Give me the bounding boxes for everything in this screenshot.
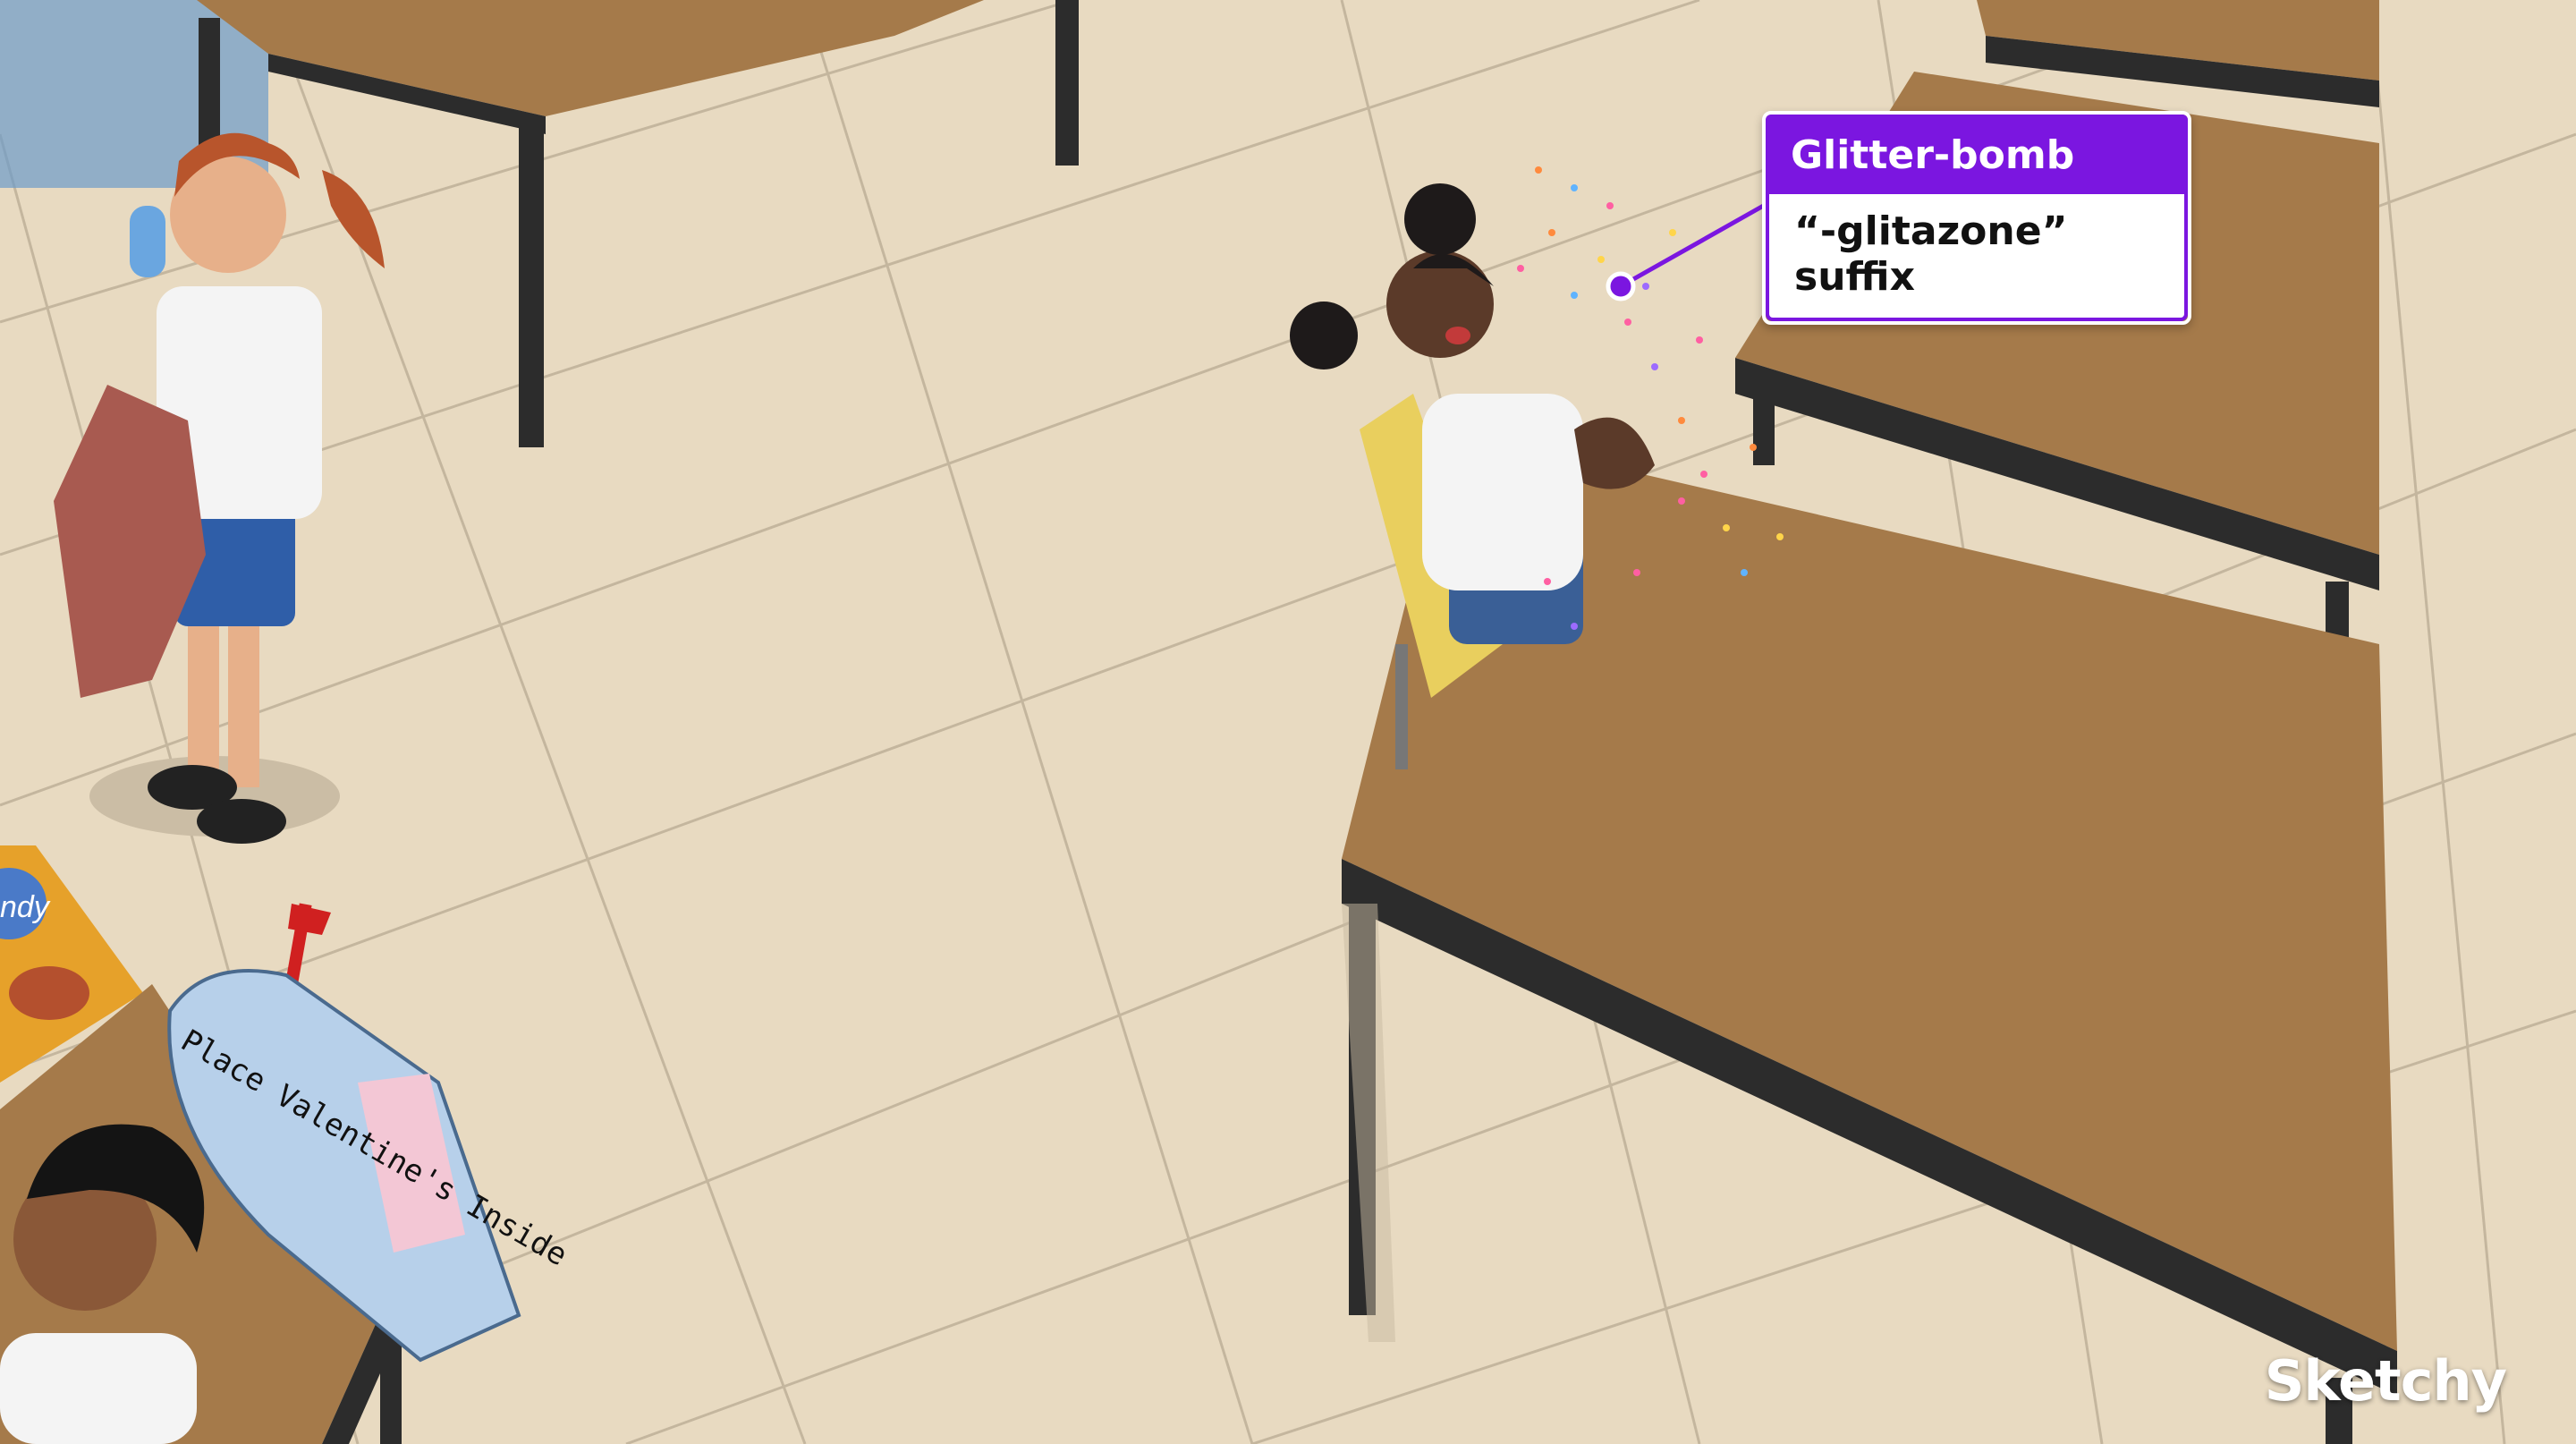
candy-bag-label: ndy — [0, 890, 51, 924]
concept-callout: Glitter-bomb “-glitazone” suffix — [1762, 111, 2191, 325]
brand-logo: Sketchy — [2264, 1348, 2507, 1414]
callout-body: “-glitazone” suffix — [1766, 194, 2188, 321]
callout-title: Glitter-bomb — [1766, 115, 2188, 194]
callout-pointer-dot — [1606, 271, 1636, 302]
